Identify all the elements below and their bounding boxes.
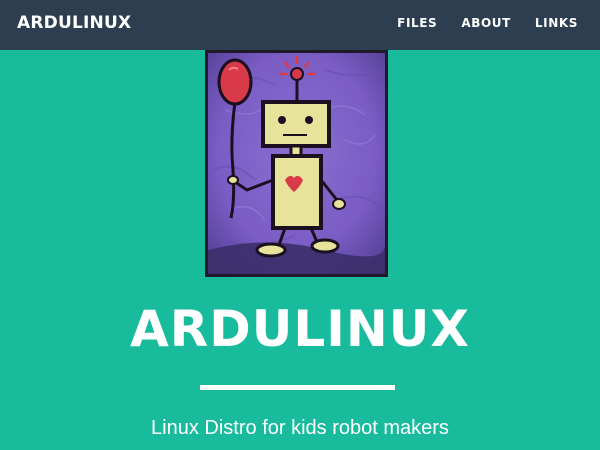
nav-link-links[interactable]: LINKS (535, 16, 578, 30)
nav-links: FILES ABOUT LINKS (373, 16, 578, 30)
brand-link[interactable]: ARDULINUX (17, 13, 131, 33)
robot-painting-image (205, 50, 388, 277)
hero-subtitle: Linux Distro for kids robot makers (151, 417, 449, 439)
hero-title: ARDULINUX (130, 300, 470, 358)
nav-link-about[interactable]: ABOUT (461, 16, 511, 30)
hero-divider (200, 385, 395, 390)
navbar: ARDULINUX FILES ABOUT LINKS (0, 0, 600, 50)
nav-link-files[interactable]: FILES (397, 16, 437, 30)
